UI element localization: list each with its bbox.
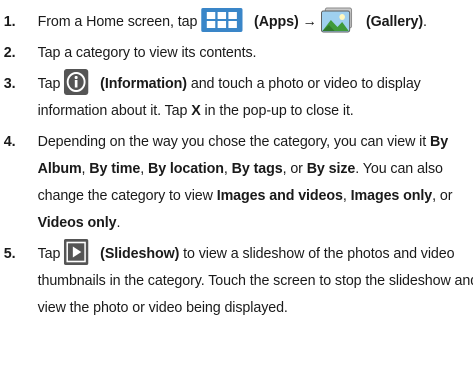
step-number: 4. [3,133,16,150]
step-text: . [116,214,121,231]
step-number: 2. [3,44,16,61]
step-number: 3. [3,75,16,92]
option-by-tags: By tags [231,160,283,177]
slideshow-label: (Slideshow) [100,245,180,262]
option-videos-only: Videos only [37,214,117,231]
step-text: Tap [37,75,65,92]
step-text: in the pop-up to close it. [200,102,354,119]
slideshow-play-icon [64,238,89,265]
step-4: 4. Depending on the way you chose the ca… [0,128,473,236]
step-text: Depending on the way you chose the categ… [37,133,430,150]
step-number: 1. [3,13,16,30]
apps-label: (Apps) [254,13,299,30]
option-images-only: Images only [350,187,433,204]
arrow: → [302,13,321,30]
option-by-time: By time [89,160,141,177]
step-text: , or [282,160,307,177]
step-text-end: . [423,13,427,30]
option-images-and-videos: Images and videos [216,187,343,204]
information-icon [64,68,89,95]
step-text: , [342,187,351,204]
step-text: , or [432,187,453,204]
step-text: , [81,160,90,177]
information-label: (Information) [100,75,187,92]
option-by-location: By location [147,160,224,177]
step-2: 2. Tap a category to view its contents. [0,39,473,66]
step-text: Tap [37,245,65,262]
option-by-size: By size [306,160,356,177]
step-3: 3. Tap (Information) and touch a photo o… [0,68,473,124]
step-number: 5. [3,245,16,262]
gallery-icon [321,7,355,33]
gallery-label: (Gallery) [365,13,424,30]
step-text: From a Home screen, tap [37,13,202,30]
step-5: 5. Tap (Slideshow) to view a slideshow o… [0,238,473,321]
step-text: Tap a category to view its contents. [37,44,257,61]
step-1: 1. From a Home screen, tap (Apps) → (Gal… [0,7,473,35]
apps-grid-icon [201,7,243,32]
instruction-steps: 1. From a Home screen, tap (Apps) → (Gal… [0,7,473,321]
